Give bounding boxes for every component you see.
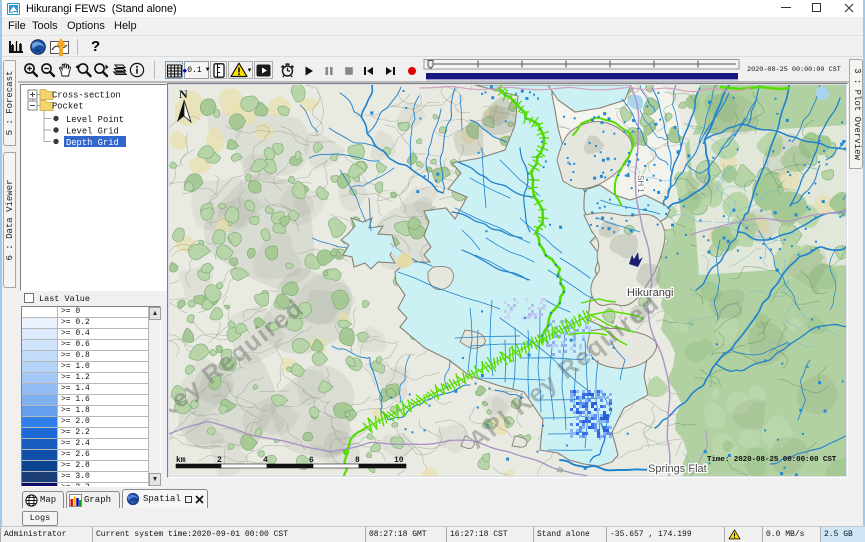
svg-text:Level Grid: Level Grid <box>66 127 119 137</box>
svg-text:4: 4 <box>263 456 268 465</box>
svg-text:N: N <box>179 87 188 101</box>
svg-text:Level Point: Level Point <box>66 115 124 125</box>
svg-text:Pocket: Pocket <box>52 102 84 112</box>
svg-text:8: 8 <box>355 456 360 465</box>
svg-text:km: km <box>176 456 186 465</box>
svg-text:Time: 2020-08-25 00:00:00 CST: Time: 2020-08-25 00:00:00 CST <box>707 456 837 464</box>
svg-text:10: 10 <box>394 456 404 465</box>
svg-text:Springs Flat: Springs Flat <box>648 463 707 475</box>
svg-text:Depth Grid: Depth Grid <box>66 138 119 148</box>
svg-text:6: 6 <box>309 456 314 465</box>
svg-text:Cross-section: Cross-section <box>52 91 121 101</box>
svg-text:SH 1: SH 1 <box>636 175 645 193</box>
svg-text:2: 2 <box>217 456 222 465</box>
svg-text:Hikurangi: Hikurangi <box>627 287 673 299</box>
